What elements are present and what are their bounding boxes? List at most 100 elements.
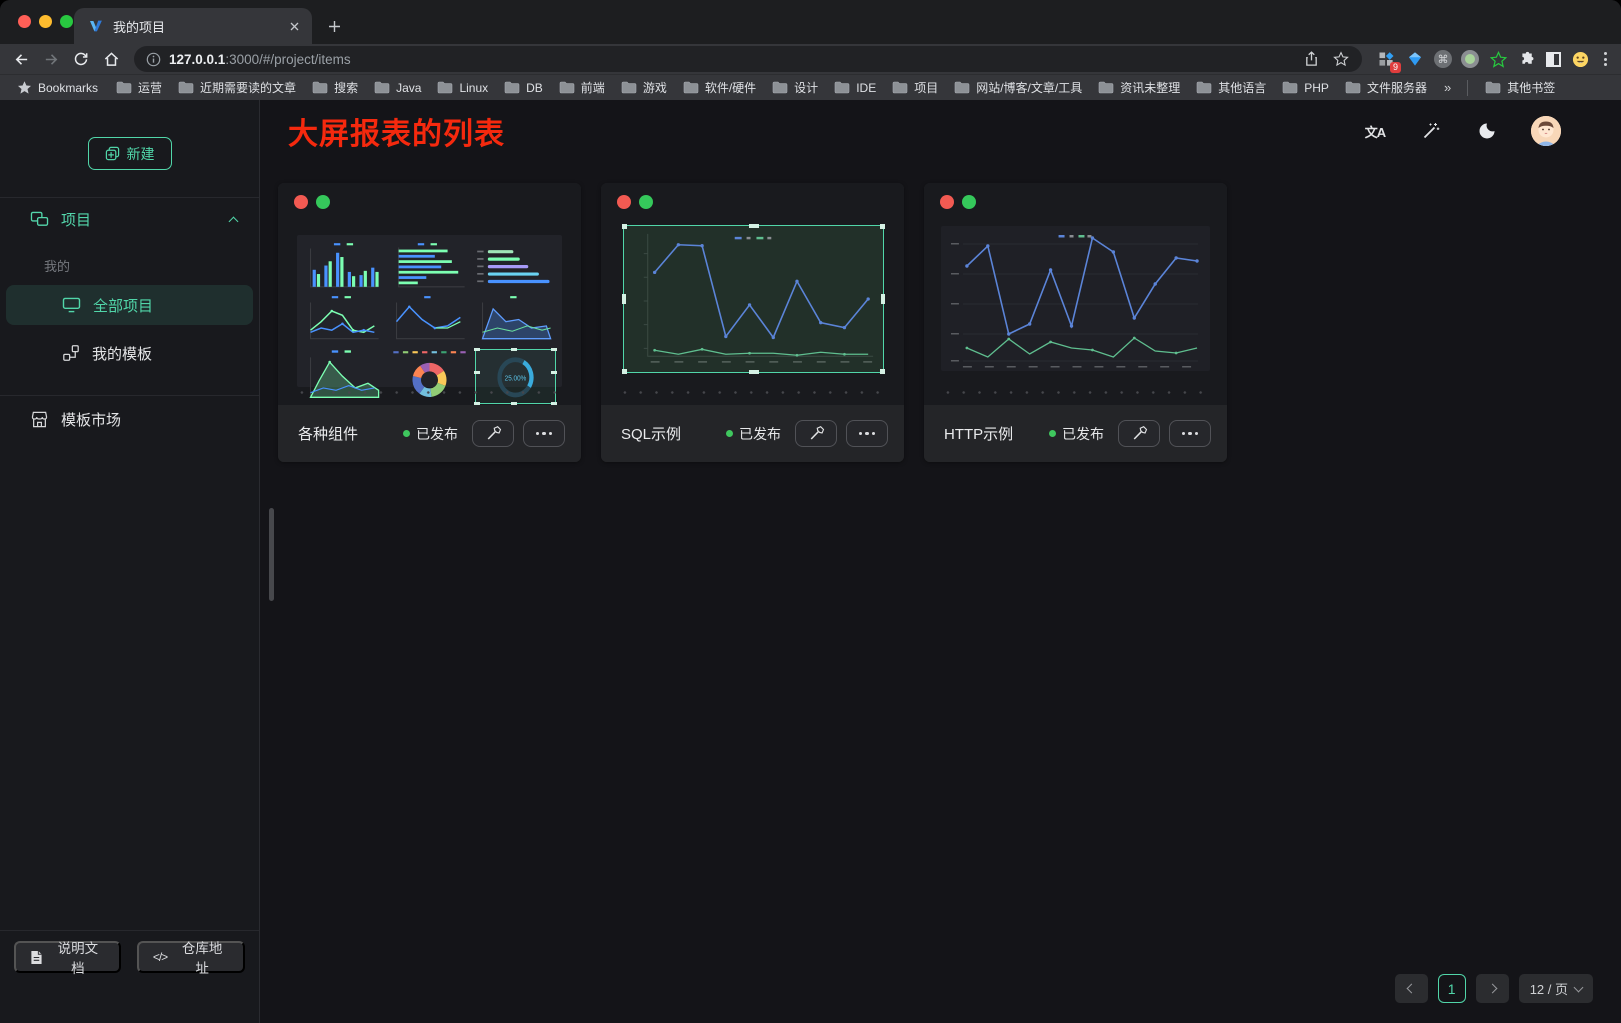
bookmarks-root-item[interactable]: Bookmarks <box>10 78 105 97</box>
sidebar-item-my-templates[interactable]: 我的模板 <box>6 333 253 373</box>
bookmark-folder-item[interactable]: 资讯未整理 <box>1091 77 1187 98</box>
bookmark-folder-item[interactable]: 软件/硬件 <box>676 77 763 98</box>
extension-emoji-icon[interactable] <box>1570 49 1590 69</box>
preview-window-dots <box>617 195 653 209</box>
next-page-button[interactable] <box>1476 974 1509 1003</box>
home-button[interactable] <box>98 46 124 72</box>
bookmark-folder-label: Java <box>396 81 421 95</box>
folder-icon <box>834 81 850 94</box>
status-badge: 已发布 <box>726 424 781 444</box>
bookmark-folder-item[interactable]: 运营 <box>109 77 169 98</box>
tab-close-icon[interactable] <box>286 18 302 34</box>
extension-star-icon[interactable] <box>1488 49 1508 69</box>
new-tab-button[interactable] <box>320 12 348 40</box>
browser-menu-icon[interactable] <box>1598 52 1613 66</box>
more-actions-button[interactable] <box>523 420 565 447</box>
editor-grid-dots <box>617 391 888 394</box>
new-project-button[interactable]: 新建 <box>88 137 172 170</box>
browser-toolbar: 127.0.0.1:3000/#/project/items 9 ⌘ <box>0 44 1621 74</box>
bookmark-folder-item[interactable]: DB <box>497 79 550 97</box>
header-actions: 文A <box>1363 116 1561 146</box>
project-card[interactable]: SQL示例 已发布 <box>601 183 904 462</box>
prev-page-button[interactable] <box>1395 974 1428 1003</box>
bookmark-folder-item[interactable]: 项目 <box>885 77 945 98</box>
forward-button[interactable] <box>38 46 64 72</box>
docs-button[interactable]: 说明文档 <box>14 941 121 973</box>
extension-command-icon[interactable]: ⌘ <box>1434 50 1452 68</box>
bookmark-folder-item[interactable]: 其他语言 <box>1189 77 1273 98</box>
bookmark-folder-item[interactable]: 近期需要读的文章 <box>171 77 303 98</box>
bookmark-folder-item[interactable]: 设计 <box>765 77 825 98</box>
bookmark-folder-item[interactable]: IDE <box>827 79 883 97</box>
extension-darkreader-icon[interactable] <box>1546 52 1561 67</box>
bookmark-folder-label: 近期需要读的文章 <box>200 79 296 96</box>
bookmark-folder-label: PHP <box>1304 81 1329 95</box>
site-info-icon[interactable] <box>146 52 161 67</box>
bookmark-folder-item[interactable]: 文件服务器 <box>1338 77 1434 98</box>
project-card[interactable]: 25.00% 各种组件 已发布 <box>278 183 581 462</box>
share-icon[interactable] <box>1300 48 1322 70</box>
bookmark-folder-label: 软件/硬件 <box>705 79 756 96</box>
goview-favicon <box>88 18 104 34</box>
sidebar: 新建 项目 我的 全部项目 我的模板 模板市场 <box>0 100 260 1023</box>
bookmark-folder-item[interactable]: Linux <box>430 79 495 97</box>
edit-project-button[interactable] <box>472 420 514 447</box>
more-actions-button[interactable] <box>846 420 888 447</box>
extensions-puzzle-icon[interactable] <box>1517 49 1537 69</box>
hammer-icon <box>485 425 502 442</box>
folder-icon <box>683 81 699 94</box>
folder-icon <box>1196 81 1212 94</box>
zoom-window-button[interactable] <box>60 15 73 28</box>
bookmark-folder-item[interactable]: PHP <box>1275 79 1336 97</box>
bookmark-folder-item[interactable]: 游戏 <box>614 77 674 98</box>
language-icon[interactable]: 文A <box>1363 119 1387 143</box>
more-actions-button[interactable] <box>1169 420 1211 447</box>
folder-icon <box>621 81 637 94</box>
other-bookmarks-item[interactable]: 其他书签 <box>1478 77 1562 98</box>
status-badge: 已发布 <box>403 424 458 444</box>
template-flow-icon <box>62 344 80 362</box>
scrollbar-thumb[interactable] <box>269 508 274 601</box>
bookmark-folder-label: DB <box>526 81 543 95</box>
bookmark-folder-item[interactable]: 网站/博客/文章/工具 <box>947 77 1089 98</box>
edit-project-button[interactable] <box>795 420 837 447</box>
folder-icon <box>437 81 453 94</box>
back-button[interactable] <box>8 46 34 72</box>
edit-project-button[interactable] <box>1118 420 1160 447</box>
minimize-window-button[interactable] <box>39 15 52 28</box>
close-window-button[interactable] <box>18 15 31 28</box>
bookmark-folder-item[interactable]: Java <box>367 79 428 97</box>
project-card-footer: SQL示例 已发布 <box>601 405 904 462</box>
bookmarks-overflow-button[interactable]: » <box>1438 80 1457 95</box>
bookmark-folder-item[interactable]: 前端 <box>552 77 612 98</box>
bookmark-folder-label: 设计 <box>794 79 818 96</box>
page-size-select[interactable]: 12 / 页 <box>1519 974 1593 1003</box>
folder-icon <box>1282 81 1298 94</box>
address-bar[interactable]: 127.0.0.1:3000/#/project/items <box>134 46 1362 72</box>
sidebar-item-all-projects[interactable]: 全部项目 <box>6 285 253 325</box>
repository-button[interactable]: </> 仓库地址 <box>137 941 245 973</box>
bookmark-star-icon[interactable] <box>1330 48 1352 70</box>
dark-mode-moon-icon[interactable] <box>1475 119 1499 143</box>
folder-icon <box>559 81 575 94</box>
magic-wand-icon[interactable] <box>1419 119 1443 143</box>
bookmarks-root-label: Bookmarks <box>38 81 98 95</box>
bookmark-folder-label: 前端 <box>581 79 605 96</box>
status-dot <box>1049 430 1056 437</box>
bookmark-folder-item[interactable]: 搜索 <box>305 77 365 98</box>
reload-button[interactable] <box>68 46 94 72</box>
extension-grid-icon[interactable]: 9 <box>1376 49 1396 69</box>
extension-gem-icon[interactable] <box>1405 49 1425 69</box>
sidebar-item-template-market[interactable]: 模板市场 <box>0 396 259 442</box>
code-icon: </> <box>153 950 167 964</box>
current-page-button[interactable]: 1 <box>1438 974 1466 1003</box>
project-card[interactable]: HTTP示例 已发布 <box>924 183 1227 462</box>
user-avatar[interactable] <box>1531 116 1561 146</box>
folder-icon <box>954 81 970 94</box>
chevron-up-icon[interactable] <box>229 216 239 226</box>
folder-icon <box>1485 81 1501 94</box>
sidebar-section-projects[interactable]: 项目 <box>0 198 259 240</box>
browser-tab[interactable]: 我的项目 <box>74 8 312 44</box>
folder-icon <box>374 81 390 94</box>
extension-record-icon[interactable] <box>1461 50 1479 68</box>
